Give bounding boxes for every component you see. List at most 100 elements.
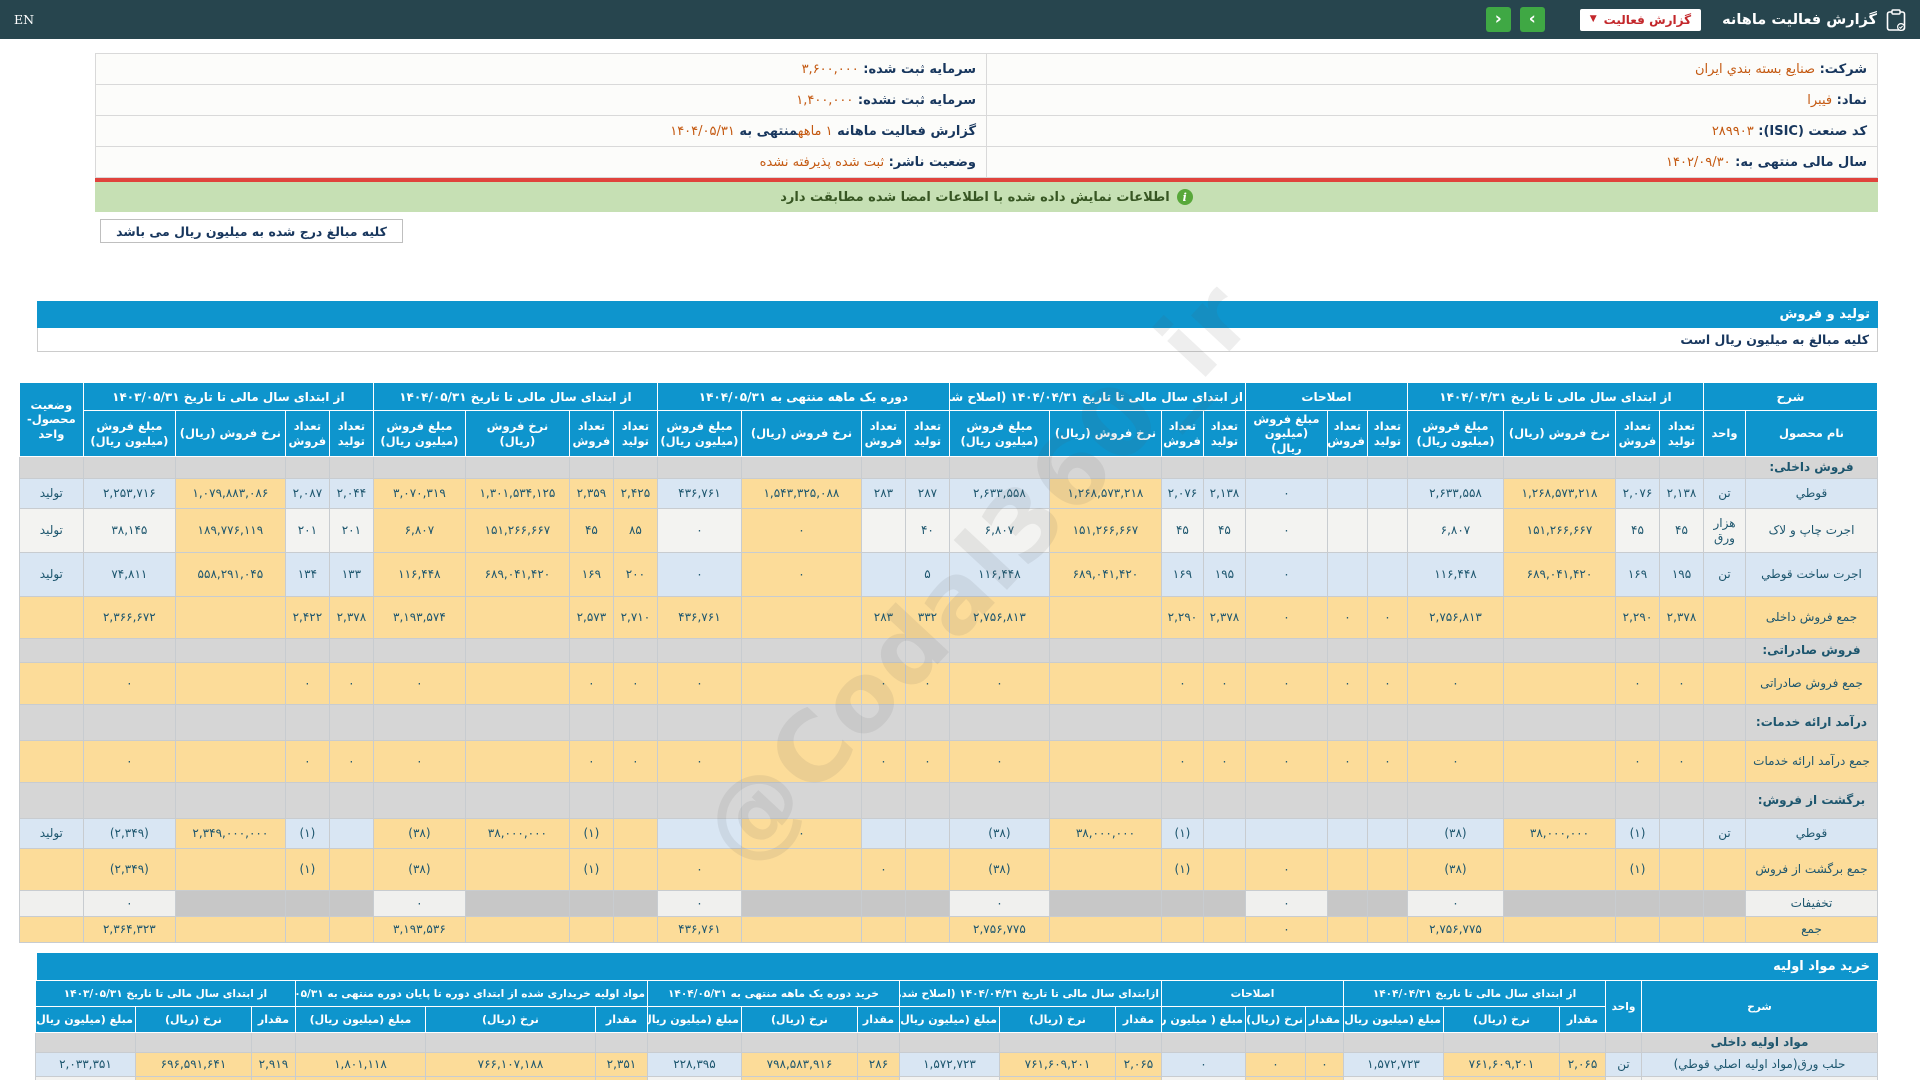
value-cell: ۲۸۶ [856,1052,900,1078]
value-cell: ۲,۷۵۶,۸۱۳ [948,596,1050,640]
value-cell: ۲,۱۹۴,۸۱۱,۲۲۴ [134,1076,252,1080]
value-cell: ۶۶,۲۷۲ [646,1076,742,1080]
value-cell: ۲۰۷ [1559,1076,1606,1080]
value-cell: ۰ [1244,508,1328,554]
value-cell [860,704,906,742]
value-cell [284,456,330,480]
section-row: درآمد ارائه خدمات: [18,704,1878,742]
value-cell: ۱۳۴ [284,552,330,598]
value-cell: ۲,۲۹۰ [1160,596,1204,640]
value-cell: تولید [18,478,84,510]
value-cell: ۲,۷۵۶,۷۷۵ [1406,916,1504,944]
value-cell: ۰ [328,662,374,706]
value-cell [18,782,84,820]
value-cell: ۰ [1160,740,1204,784]
value-cell [740,916,862,944]
value-cell [998,1032,1116,1054]
header-cell: نرخ (ریال) [424,1006,596,1034]
value-cell [1160,1032,1247,1054]
info-cell: شرکت: صنایع بسته بندي ایران [986,53,1878,85]
value-cell [1326,552,1368,598]
banner-text: اطلاعات نمایش داده شده با اطلاعات امضا ش… [780,189,1170,205]
value-cell: ۷۶۱,۶۰۹,۲۰۱ [998,1052,1116,1078]
section-bar-production-sales: تولید و فروش [37,301,1878,328]
english-language-link[interactable]: EN [14,12,34,27]
value-cell [1502,704,1616,742]
value-cell [1326,890,1368,918]
value-cell: (۲,۳۴۹) [82,848,176,892]
value-cell [284,890,330,918]
value-cell [948,704,1050,742]
value-cell: ۰ [612,740,658,784]
info-label: سرمایه ثبت نشده: [853,92,976,108]
value-cell: ۰ [284,740,330,784]
value-cell: (۳۸) [372,818,466,850]
row-label-cell: جمع فروش داخلی [1745,596,1878,640]
value-cell [860,818,906,850]
value-cell: ۲۰۱ [284,508,330,554]
value-cell [740,596,862,640]
value-cell: ۰ [372,662,466,706]
value-cell [904,890,950,918]
info-cell: سرمایه ثبت شده: ۳,۶۰۰,۰۰۰ [95,53,987,85]
total-row: جمع فروش داخلی ۲,۳۷۸ ۲,۲۹۰ ۲,۷۵۶,۸۱۳ ۰ ۰ ۰ ۲,۳۷… [18,596,1878,640]
value-cell: ۲۸۳ [860,478,906,510]
header-cell: مبلغ فروش (میلیون ریال) [372,409,466,458]
header-cell: تعداد تولید [1366,409,1408,458]
value-cell [860,456,906,480]
value-cell [1366,890,1408,918]
value-cell [18,916,84,944]
value-cell [1326,782,1368,820]
value-cell [1244,704,1328,742]
value-cell: (۱) [568,818,614,850]
value-cell [1048,638,1162,664]
value-cell [1502,596,1616,640]
value-cell: ۲۰۷ [1114,1076,1162,1080]
value-cell: ۰ [1305,1052,1344,1078]
value-cell [174,704,286,742]
value-cell [656,818,742,850]
section-row: فروش داخلی: [18,456,1878,480]
value-cell [1326,704,1368,742]
value-cell [646,1032,742,1054]
total-row: جمع برگشت از فروش (۱) (۳۸) ۰ (۱) (۳۸) ۰ ۰ (۱) (۳۸… [18,848,1878,892]
table-subtitle: کلیه مبالغ به میلیون ریال است [37,328,1878,352]
value-cell [904,456,950,480]
header-cell: واحد [1605,980,1642,1034]
value-cell [1048,704,1162,742]
value-cell [1658,890,1704,918]
value-cell: ۷۶۶,۱۰۷,۱۸۸ [424,1052,596,1078]
header-cell: از ابتدای سال مالی تا تاریخ ۱۴۰۴/۰۴/۳۱ [1406,382,1704,411]
value-cell: ۲,۹۵۶,۹۳۷,۱۹۸ [998,1076,1116,1080]
value-cell [568,704,614,742]
report-type-label: گزارش فعالیت [1603,12,1692,27]
value-cell: ۰ [948,740,1050,784]
value-cell: ۰ [1202,740,1246,784]
header-cell: وضعیت محصول-واحد [18,381,84,458]
header-cell: ازابتدای سال مالی تا تاریخ ۱۴۰۴/۰۴/۳۱ (ا… [898,980,1162,1008]
info-row: سال مالی منتهی به: ۱۴۰۲/۰۹/۳۰ وضعیت ناشر:… [95,146,1878,178]
value-cell: ۶۷۸,۳۵۸ [294,1076,426,1080]
next-report-button[interactable]: › [1519,7,1545,32]
header-cell: تعداد فروش [284,409,330,458]
value-cell [1160,782,1204,820]
value-cell [1502,890,1616,918]
row-label-cell: مواد اولیه داخلی [1641,1032,1878,1054]
value-cell [1048,890,1162,918]
value-cell [174,782,286,820]
report-type-dropdown[interactable]: گزارش فعالیت ▼ [1579,8,1702,31]
value-cell [1366,456,1408,480]
info-value: فیبرا [1807,92,1833,108]
value-cell: ۰ [1244,916,1328,944]
value-cell [82,456,176,480]
info-label: گزارش فعالیت ماهانه [832,123,976,139]
value-cell [328,916,374,944]
header-cell: از ابتدای سال مالی تا تاریخ ۱۴۰۴/۰۴/۳۱ (… [948,382,1246,411]
value-cell [1048,782,1162,820]
value-cell [1702,782,1747,820]
previous-report-button[interactable]: ‹ [1485,7,1511,32]
value-cell [1366,478,1408,510]
value-cell [904,782,950,820]
value-cell: ۶,۸۰۷ [372,508,466,554]
value-cell [464,662,570,706]
